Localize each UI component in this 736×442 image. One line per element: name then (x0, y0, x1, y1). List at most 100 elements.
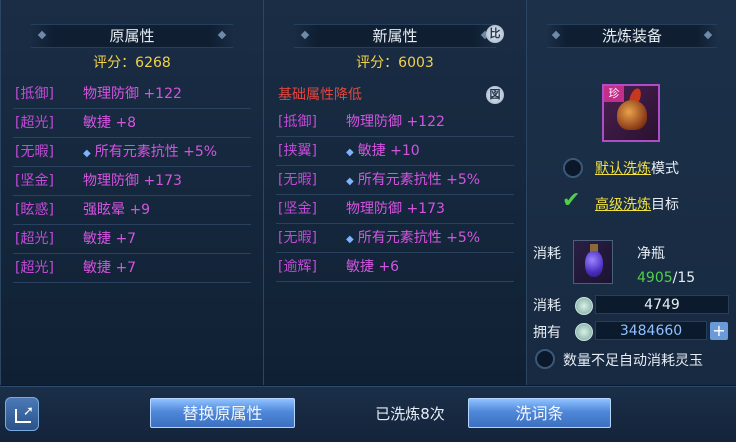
attribute-tag: [挟翼] (278, 143, 317, 159)
attribute-tag: [抵御] (278, 114, 317, 130)
vase-have-count: 4905 (637, 270, 673, 286)
attribute-value: 敏捷 +8 (83, 115, 137, 131)
checkmark-icon[interactable]: ✔ (562, 188, 580, 213)
auto-consume-radio[interactable] (535, 349, 555, 369)
attribute-row: [逾辉] 敏捷 +6 (276, 253, 514, 282)
attribute-value: 物理防御 +122 (83, 86, 182, 102)
attribute-row: [超光] 敏捷 +7 (13, 225, 251, 254)
attribute-value: 敏捷 +7 (83, 231, 137, 247)
advanced-refine-suffix: 目标 (651, 197, 679, 213)
default-refine-radio[interactable] (563, 158, 583, 178)
original-score: 评分：6268 (93, 55, 171, 71)
attribute-tag: [眩惑] (15, 202, 54, 218)
header-diamond-icon (703, 30, 713, 40)
attribute-tag: [坚金] (278, 201, 317, 217)
header-diamond-icon (217, 30, 227, 40)
attribute-tag: [无暇] (15, 144, 54, 160)
vase-item-name: 净瓶 (637, 246, 665, 262)
attribute-value-wrapper: 敏捷 +7 (83, 225, 136, 253)
replace-attributes-button[interactable]: 替换原属性 (150, 398, 295, 428)
attribute-tag: [无暇] (278, 172, 317, 188)
attribute-row: [挟翼] ◆ 敏捷 +10 (276, 137, 514, 166)
attribute-value-wrapper: ◆ 所有元素抗性 +5% (346, 224, 480, 254)
refine-equipment-header: 洗炼装备 (547, 24, 717, 48)
attribute-tag: [抵御] (15, 86, 54, 102)
attribute-value-wrapper: 物理防御 +173 (346, 195, 445, 223)
default-refine-suffix: 模式 (651, 161, 679, 177)
compare-icon[interactable]: 比 (486, 25, 504, 43)
refine-equipment-panel: 洗炼装备 珍 默认洗炼模式 ✔ 高级洗炼目标 消耗 净瓶 4905/15 消耗 … (526, 0, 736, 385)
attribute-tag: [超光] (15, 260, 54, 276)
default-refine-option[interactable]: 默认洗炼模式 (595, 158, 679, 178)
attribute-value-wrapper: 敏捷 +7 (83, 254, 136, 282)
original-attributes-title: 原属性 (109, 27, 155, 45)
attribute-value-wrapper: 敏捷 +6 (346, 253, 399, 281)
attribute-value-wrapper: 物理防御 +173 (83, 167, 182, 195)
original-attributes-panel: 原属性 评分：6268 [抵御] 物理防御 +122 [超光] 敏捷 +8 [无暇] ◆ 所… (0, 0, 264, 385)
detail-icon[interactable]: 図 (486, 86, 504, 104)
attribute-value: 敏捷 +6 (346, 259, 400, 275)
base-attribute-warning: 基础属性降低 (278, 87, 362, 103)
advanced-refine-option[interactable]: 高级洗炼目标 (595, 194, 679, 214)
header-diamond-icon (300, 30, 310, 40)
attribute-value: 物理防御 +173 (83, 173, 182, 189)
consume-label: 消耗 (533, 246, 561, 262)
attribute-value: 物理防御 +173 (346, 201, 445, 217)
refine-equipment-title: 洗炼装备 (601, 27, 662, 45)
attribute-tag: [坚金] (15, 173, 54, 189)
attribute-value-wrapper: 敏捷 +8 (83, 109, 136, 137)
rarity-badge: 珍 (604, 86, 624, 102)
attribute-row: [坚金] 物理防御 +173 (13, 167, 251, 196)
jade-icon (575, 323, 593, 341)
attribute-value: 敏捷 +10 (357, 143, 420, 159)
attribute-row: [抵御] 物理防御 +122 (276, 108, 514, 137)
new-attributes-header: 新属性 (294, 24, 496, 48)
new-attributes-title: 新属性 (372, 27, 418, 45)
consume-label-2: 消耗 (533, 298, 561, 314)
attribute-tag: [逾辉] (278, 259, 317, 275)
attribute-row: [抵御] 物理防御 +122 (13, 80, 251, 109)
jade-own-value: 3484660 (595, 321, 707, 340)
share-button[interactable]: ➚ (5, 397, 39, 431)
vase-need-count: /15 (672, 270, 696, 286)
share-arrow-icon: ➚ (23, 404, 34, 419)
attribute-tag: [无暇] (278, 230, 317, 246)
new-attributes-panel: 新属性 比 评分：6003 基础属性降低 図 [抵御] 物理防御 +122 [挟翼]… (263, 0, 527, 385)
vase-item-slot[interactable] (573, 240, 613, 284)
attribute-value-wrapper: 物理防御 +122 (346, 108, 445, 136)
new-score: 评分：6003 (356, 55, 434, 71)
attribute-row: [坚金] 物理防御 +173 (276, 195, 514, 224)
attribute-value-wrapper: ◆ 敏捷 +10 (346, 137, 420, 167)
attribute-value: 物理防御 +122 (346, 114, 445, 130)
advanced-refine-link[interactable]: 高级洗炼 (595, 197, 651, 213)
gem-icon: ◆ (83, 148, 91, 159)
vase-item-count: 4905/15 (637, 270, 695, 286)
attribute-row: [无暇] ◆ 所有元素抗性 +5% (276, 166, 514, 195)
attribute-row: [无暇] ◆ 所有元素抗性 +5% (13, 138, 251, 167)
own-label: 拥有 (533, 325, 561, 341)
attribute-value: 敏捷 +7 (83, 260, 137, 276)
attribute-value-wrapper: 强眩晕 +9 (83, 196, 150, 224)
equipment-slot[interactable]: 珍 (602, 84, 660, 142)
default-refine-link[interactable]: 默认洗炼 (595, 161, 651, 177)
attribute-value-wrapper: ◆ 所有元素抗性 +5% (346, 166, 480, 196)
attribute-row: [超光] 敏捷 +8 (13, 109, 251, 138)
original-attributes-header: 原属性 (31, 24, 233, 48)
auto-consume-label[interactable]: 数量不足自动消耗灵玉 (563, 350, 703, 370)
attribute-value: 强眩晕 +9 (83, 202, 151, 218)
header-diamond-icon (37, 30, 47, 40)
attribute-row: [眩惑] 强眩晕 +9 (13, 196, 251, 225)
attribute-row: [超光] 敏捷 +7 (13, 254, 251, 283)
helmet-icon (617, 100, 647, 130)
gem-icon: ◆ (346, 147, 354, 158)
attribute-tag: [超光] (15, 115, 54, 131)
refine-count-text: 已洗炼8次 (375, 405, 445, 423)
jade-icon (575, 297, 593, 315)
attribute-value-wrapper: ◆ 所有元素抗性 +5% (83, 138, 217, 168)
attribute-value: 所有元素抗性 +5% (94, 144, 218, 160)
attribute-tag: [超光] (15, 231, 54, 247)
add-jade-button[interactable]: + (710, 322, 728, 340)
attribute-row: [无暇] ◆ 所有元素抗性 +5% (276, 224, 514, 253)
header-diamond-icon (551, 30, 561, 40)
refine-button[interactable]: 洗词条 (468, 398, 611, 428)
